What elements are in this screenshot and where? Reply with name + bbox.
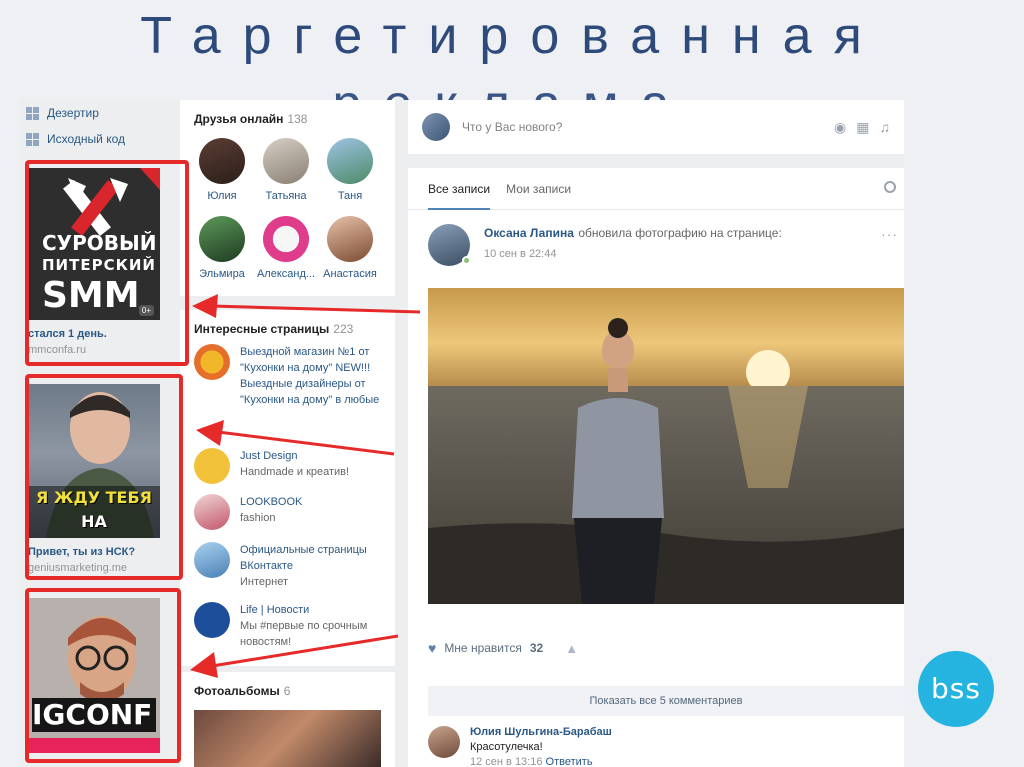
arrow-to-ad-3 [190, 634, 399, 678]
like-bar: ♥ Мне нравится 32 ▲ [428, 640, 578, 656]
page-item[interactable]: Официальные страницы ВКонтакте Интернет [194, 542, 389, 590]
friends-online-count: 138 [287, 112, 308, 126]
arrow-to-ad-1 [192, 294, 421, 318]
arrow-to-ad-2 [196, 420, 395, 456]
heart-icon[interactable]: ♥ [428, 640, 436, 656]
page-desc: Handmade и креатив! [240, 466, 350, 478]
app-grid-icon [26, 106, 39, 120]
page-desc: fashion [240, 512, 276, 524]
like-label[interactable]: Мне нравится [444, 641, 522, 655]
friend-name: Таня [337, 190, 363, 202]
menu-item-dezertir[interactable]: Дезертир [26, 106, 99, 120]
camera-icon[interactable]: ◉ [834, 119, 846, 136]
video-icon[interactable]: ▦ [856, 119, 869, 136]
album-thumbnail[interactable] [194, 710, 381, 767]
reply-button[interactable]: Ответить [546, 756, 593, 767]
post-photo[interactable] [428, 288, 904, 604]
avatar [199, 216, 245, 262]
avatar [327, 138, 373, 184]
friend-name: Эльмира [199, 268, 245, 280]
search-icon[interactable] [884, 181, 896, 193]
comment-text: Красотулечка! [470, 741, 543, 753]
friends-online-header[interactable]: Друзья онлайн 138 [180, 100, 395, 126]
tab-all-posts[interactable]: Все записи [428, 168, 491, 210]
friend-item[interactable]: Эльмира [190, 216, 254, 280]
page-item[interactable]: Выездной магазин №1 от "Кухонки на дому"… [194, 344, 389, 408]
post-author[interactable]: Оксана Лапина [484, 226, 574, 240]
friend-item[interactable]: Анастасия [318, 216, 382, 280]
vk-screenshot: Дезертир Исходный код СУРОВЫЙ ПИТЕРСКИЙ … [20, 100, 904, 767]
friends-online-block: Друзья онлайн 138 Юлия Татьяна Таня Эльми… [180, 100, 395, 296]
friend-item[interactable]: Таня [318, 138, 382, 202]
menu-item-label: Исходный код [47, 132, 125, 146]
comment-item: Юлия Шульгина-Барабаш Красотулечка! 12 с… [428, 726, 612, 767]
avatar [263, 216, 309, 262]
friend-item[interactable]: Александ... [254, 216, 318, 280]
avatar [194, 344, 230, 380]
page-name: Официальные страницы ВКонтакте [240, 544, 367, 572]
friend-name: Анастасия [323, 268, 377, 280]
highlight-box-ad-2 [25, 374, 183, 580]
highlight-box-ad-3 [25, 588, 181, 763]
friend-name: Юлия [207, 190, 237, 202]
like-count: 32 [529, 641, 544, 655]
page-name: Life | Новости [240, 604, 310, 616]
tab-my-posts[interactable]: Мои записи [506, 168, 571, 210]
more-icon[interactable]: ··· [881, 226, 898, 242]
photo-albums-count: 6 [283, 684, 291, 698]
highlight-box-ad-1 [25, 160, 189, 366]
new-post-card: Что у Вас нового? ◉ ▦ ♫ [408, 100, 904, 154]
avatar[interactable] [428, 224, 471, 266]
post-date[interactable]: 10 сен в 22:44 [484, 248, 782, 260]
photo-albums-block: Фотоальбомы 6 [180, 672, 395, 767]
page-name: Выездной магазин №1 от "Кухонки на дому"… [240, 346, 380, 406]
slide-title-line-1: Таргетированная [140, 7, 884, 65]
post-header: Оксана Лапина обновила фотографию на стр… [428, 224, 782, 266]
friend-name: Татьяна [265, 190, 307, 202]
page-desc: Интернет [240, 576, 288, 588]
photo-albums-title: Фотоальбомы [194, 684, 280, 698]
feed-column: Что у Вас нового? ◉ ▦ ♫ Все записи Мои з… [408, 100, 904, 767]
page-item[interactable]: LOOKBOOK fashion [194, 494, 389, 530]
music-icon[interactable]: ♫ [880, 119, 891, 136]
friend-item[interactable]: Татьяна [254, 138, 318, 202]
interesting-pages-block: Интересные страницы 223 Выездной магазин … [180, 310, 395, 666]
avatar [194, 542, 230, 578]
bss-logo: bss [918, 651, 994, 727]
post-action: обновила фотографию на странице: [578, 226, 782, 240]
avatar [194, 494, 230, 530]
friends-online-title: Друзья онлайн [194, 112, 284, 126]
avatar [422, 113, 450, 141]
sunset-photo [428, 288, 904, 604]
online-indicator [462, 256, 471, 265]
avatar [327, 216, 373, 262]
comment-author[interactable]: Юлия Шульгина-Барабаш [470, 726, 612, 738]
friend-item[interactable]: Юлия [190, 138, 254, 202]
app-grid-icon [26, 132, 39, 146]
menu-item-label: Дезертир [47, 106, 99, 120]
comment-date[interactable]: 12 сен в 13:16 [470, 756, 542, 767]
menu-item-source-code[interactable]: Исходный код [26, 132, 125, 146]
avatar [263, 138, 309, 184]
avatar[interactable] [428, 726, 460, 758]
new-post-input[interactable]: Что у Вас нового? [462, 120, 822, 134]
share-icon[interactable]: ▲ [565, 641, 578, 656]
friend-name: Александ... [256, 268, 316, 280]
avatar [199, 138, 245, 184]
wall-tabs: Все записи Мои записи [408, 168, 904, 210]
show-all-comments-button[interactable]: Показать все 5 комментариев [428, 686, 904, 716]
page-name: LOOKBOOK [240, 496, 303, 508]
